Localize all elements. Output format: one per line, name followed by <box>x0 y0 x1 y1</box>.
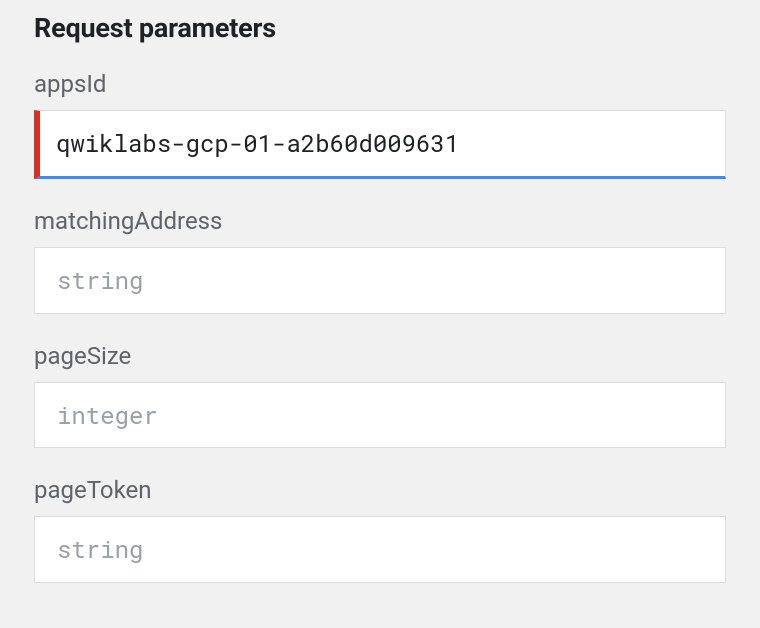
param-label-pagesize: pageSize <box>34 342 726 370</box>
param-group-matchingaddress: matchingAddress <box>34 207 726 314</box>
param-label-appsid: appsId <box>34 70 726 98</box>
pagetoken-input[interactable] <box>34 516 726 583</box>
param-group-pagesize: pageSize <box>34 342 726 449</box>
pagesize-input[interactable] <box>34 382 726 449</box>
param-group-appsid: appsId <box>34 70 726 179</box>
request-parameters-panel: Request parameters appsId matchingAddres… <box>0 0 760 583</box>
matchingaddress-input[interactable] <box>34 247 726 314</box>
param-input-wrap <box>34 516 726 583</box>
param-input-wrap <box>34 110 726 179</box>
appsid-input[interactable] <box>34 110 726 179</box>
param-label-pagetoken: pageToken <box>34 476 726 504</box>
param-input-wrap <box>34 247 726 314</box>
param-input-wrap <box>34 382 726 449</box>
section-title: Request parameters <box>34 12 726 44</box>
param-group-pagetoken: pageToken <box>34 476 726 583</box>
param-label-matchingaddress: matchingAddress <box>34 207 726 235</box>
